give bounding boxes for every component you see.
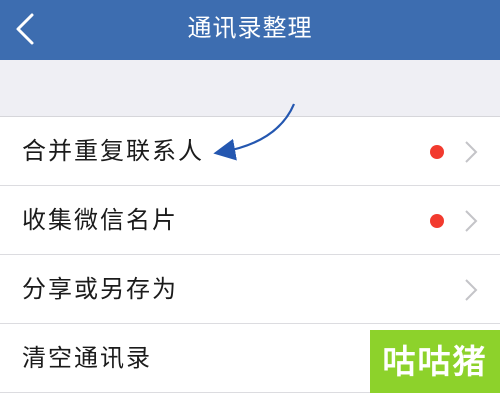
- red-dot-badge: [430, 214, 444, 228]
- back-button[interactable]: [4, 4, 52, 52]
- menu-item-label: 清空通讯录: [22, 344, 152, 372]
- page-title: 通讯录整理: [187, 14, 313, 42]
- chevron-right-icon: [465, 141, 478, 163]
- chevron-left-icon: [16, 13, 34, 45]
- red-dot-badge: [430, 145, 444, 159]
- menu-item-merge-duplicates[interactable]: 合并重复联系人: [0, 117, 500, 186]
- section-spacer: [0, 60, 500, 116]
- menu-item-label: 合并重复联系人: [22, 137, 204, 165]
- menu-item-collect-wechat-cards[interactable]: 收集微信名片: [0, 186, 500, 255]
- chevron-right-icon: [465, 279, 478, 301]
- menu-item-label: 收集微信名片: [22, 206, 178, 234]
- menu-item-label: 分享或另存为: [22, 275, 178, 303]
- chevron-right-icon: [465, 210, 478, 232]
- watermark-logo: 咕咕猪: [370, 330, 500, 393]
- menu-item-share-or-save-as[interactable]: 分享或另存为: [0, 255, 500, 324]
- navigation-bar: 通讯录整理: [0, 0, 500, 60]
